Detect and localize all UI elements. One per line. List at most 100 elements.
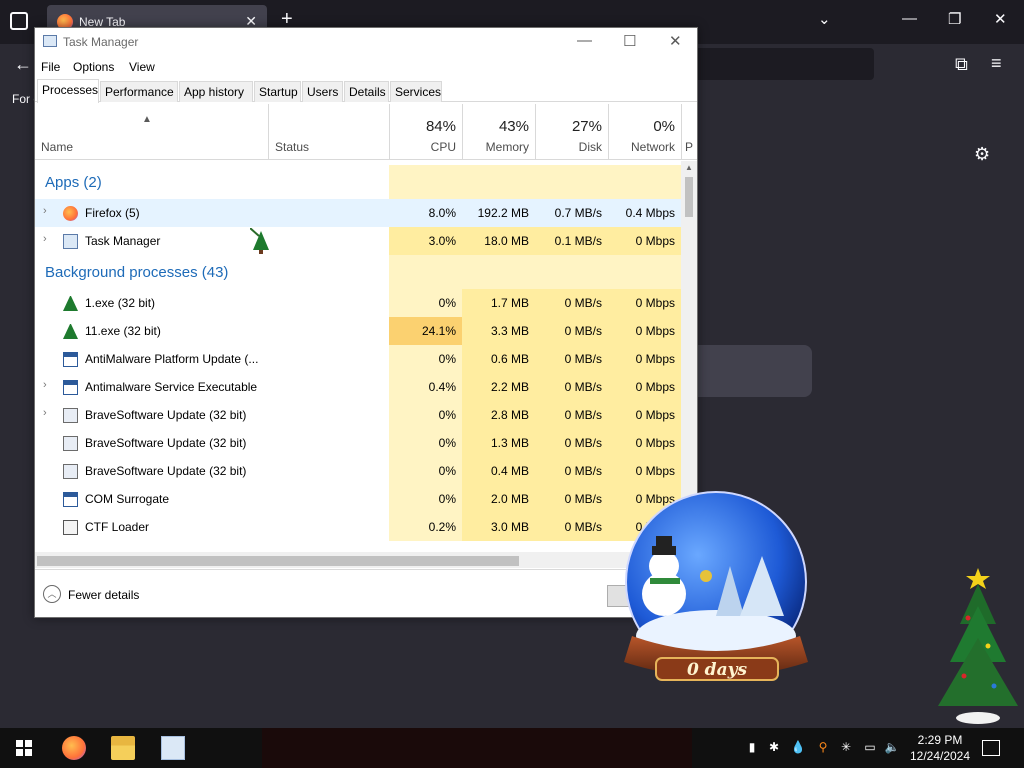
start-button[interactable] xyxy=(16,740,32,756)
footer: ︿ Fewer details xyxy=(35,569,697,617)
process-row[interactable]: BraveSoftware Update (32 bit) 0% 1.3 MB 0 M… xyxy=(35,429,681,457)
taskbar-background-window xyxy=(262,728,692,768)
process-network: 0 Mbps xyxy=(608,457,681,485)
clock-time: 2:29 PM xyxy=(917,733,963,747)
process-network: 0 Mbps xyxy=(608,227,681,255)
notifications-icon[interactable] xyxy=(982,740,1000,756)
process-cpu: 0% xyxy=(389,345,462,373)
minimize-icon[interactable]: — xyxy=(902,10,917,27)
volume-muted-icon[interactable]: 🔈 xyxy=(884,740,900,756)
shortcut-card[interactable] xyxy=(690,345,812,397)
process-row[interactable]: › BraveSoftware Update (32 bit) 0% 2.8 MB 0 … xyxy=(35,401,681,429)
tab-users[interactable]: Users xyxy=(302,81,343,102)
process-row[interactable]: › Firefox (5) 8.0% 192.2 MB 0.7 MB/s 0.4 Mbps xyxy=(35,199,681,227)
tab-processes[interactable]: Processes xyxy=(37,79,99,103)
process-disk: 0 MB/s xyxy=(535,345,608,373)
minimize-button[interactable]: — xyxy=(577,32,592,49)
process-name: BraveSoftware Update (32 bit) xyxy=(85,408,247,422)
chevron-down-icon[interactable]: ⌄ xyxy=(818,10,831,28)
search-icon[interactable]: ⚲ xyxy=(815,740,831,756)
process-row[interactable]: BraveSoftware Update (32 bit) 0% 0.4 MB 0 M… xyxy=(35,457,681,485)
process-row[interactable]: COM Surrogate 0% 2.0 MB 0 MB/s 0 Mbps xyxy=(35,485,681,513)
process-row[interactable]: AntiMalware Platform Update (... 0% 0.6 MB… xyxy=(35,345,681,373)
process-row[interactable]: 11.exe (32 bit) 24.1% 3.3 MB 0 MB/s 0 Mbps xyxy=(35,317,681,345)
process-name: BraveSoftware Update (32 bit) xyxy=(85,436,247,450)
scroll-thumb[interactable] xyxy=(685,177,693,217)
tray-app-icon[interactable]: ▮ xyxy=(744,740,760,756)
title-bar[interactable]: Task Manager — ☐ ✕ xyxy=(35,28,697,56)
expand-chevron-icon[interactable]: › xyxy=(43,205,47,217)
column-disk[interactable]: 27% Disk xyxy=(535,104,608,160)
process-row[interactable]: › Task Manager 3.0% 18.0 MB 0.1 MB/s 0 Mbps xyxy=(35,227,681,255)
column-power-label: P xyxy=(685,140,694,154)
menu-icon[interactable]: ≡ xyxy=(991,53,1002,74)
tab-app-history[interactable]: App history xyxy=(179,81,253,102)
tab-performance[interactable]: Performance xyxy=(100,81,178,102)
menu-options[interactable]: Options xyxy=(73,60,114,74)
restore-icon[interactable]: ❐ xyxy=(948,10,961,28)
process-memory: 2.0 MB xyxy=(462,485,535,513)
process-list: Apps (2) › Firefox (5) 8.0% 192.2 MB 0.7 MB/s… xyxy=(35,161,681,544)
horizontal-scrollbar[interactable] xyxy=(35,552,681,568)
tab-services[interactable]: Services xyxy=(390,81,442,102)
column-power[interactable]: P xyxy=(681,104,697,160)
drop-icon[interactable]: 💧 xyxy=(790,740,806,756)
column-status[interactable]: Status xyxy=(268,104,389,160)
fewer-details-link[interactable]: Fewer details xyxy=(68,588,139,602)
network-icon[interactable]: ▭ xyxy=(862,740,878,756)
column-name[interactable]: Name xyxy=(41,140,73,154)
column-cpu[interactable]: 84% CPU xyxy=(389,104,462,160)
list-all-tabs-icon[interactable] xyxy=(10,12,28,30)
clock-date: 12/24/2024 xyxy=(909,749,971,763)
tray-tree-icon[interactable]: ✱ xyxy=(766,740,782,756)
back-arrow-icon[interactable]: ← xyxy=(14,54,32,75)
horizontal-scroll-thumb[interactable] xyxy=(37,556,519,566)
scroll-up-icon[interactable]: ▲ xyxy=(685,163,693,172)
process-memory: 0.4 MB xyxy=(462,457,535,485)
disk-total: 27% xyxy=(571,118,602,135)
snow-globe-widget[interactable]: 0 days xyxy=(612,486,822,706)
group-header: Apps (2) xyxy=(35,165,681,199)
christmas-tree-icon xyxy=(250,228,269,254)
chevron-up-icon[interactable]: ︿ xyxy=(43,585,61,603)
process-cpu: 0% xyxy=(389,457,462,485)
process-name: Antimalware Service Executable xyxy=(85,380,258,394)
menu-view[interactable]: View xyxy=(129,60,155,74)
column-status-label: Status xyxy=(275,140,310,154)
expand-chevron-icon[interactable]: › xyxy=(43,379,47,391)
group-header: Background processes (43) xyxy=(35,255,681,289)
window-icon xyxy=(63,380,78,395)
column-network[interactable]: 0% Network xyxy=(608,104,681,160)
process-name: AntiMalware Platform Update (... xyxy=(85,352,259,366)
process-cpu: 0.2% xyxy=(389,513,462,541)
process-disk: 0 MB/s xyxy=(535,457,608,485)
expand-chevron-icon[interactable]: › xyxy=(43,407,47,419)
task-manager-taskbar-icon[interactable] xyxy=(161,736,185,760)
process-row[interactable]: 1.exe (32 bit) 0% 1.7 MB 0 MB/s 0 Mbps xyxy=(35,289,681,317)
file-explorer-icon[interactable] xyxy=(111,736,135,760)
tab-startup[interactable]: Startup xyxy=(254,81,301,102)
snowflake-icon[interactable]: ✳ xyxy=(838,740,854,756)
firefox-taskbar-icon[interactable] xyxy=(62,736,86,760)
process-name: 11.exe (32 bit) xyxy=(85,324,161,338)
process-row[interactable]: CTF Loader0.2%3.0 MB0 MB/s0 Mbps xyxy=(35,513,681,541)
url-bar[interactable] xyxy=(690,48,874,80)
process-name: BraveSoftware Update (32 bit) xyxy=(85,464,247,478)
expand-chevron-icon[interactable]: › xyxy=(43,233,47,245)
menu-file[interactable]: File xyxy=(41,60,60,74)
process-memory: 1.7 MB xyxy=(462,289,535,317)
sort-up-icon: ▲ xyxy=(142,114,152,125)
close-button[interactable]: ✕ xyxy=(669,32,682,50)
clock[interactable]: 2:29 PM 12/24/2024 xyxy=(904,732,976,764)
process-cpu: 24.1% xyxy=(389,317,462,345)
close-icon[interactable]: ✕ xyxy=(994,10,1007,28)
extensions-icon[interactable]: ⧉ xyxy=(955,54,968,75)
column-memory[interactable]: 43% Memory xyxy=(462,104,535,160)
process-disk: 0 MB/s xyxy=(535,485,608,513)
tab-details[interactable]: Details xyxy=(344,81,389,102)
process-cpu: 0% xyxy=(389,289,462,317)
process-row[interactable]: › Antimalware Service Executable 0.4% 2.2 M… xyxy=(35,373,681,401)
maximize-button[interactable]: ☐ xyxy=(623,32,636,50)
brave-update-icon xyxy=(63,408,78,423)
gear-icon[interactable]: ⚙ xyxy=(974,144,990,165)
